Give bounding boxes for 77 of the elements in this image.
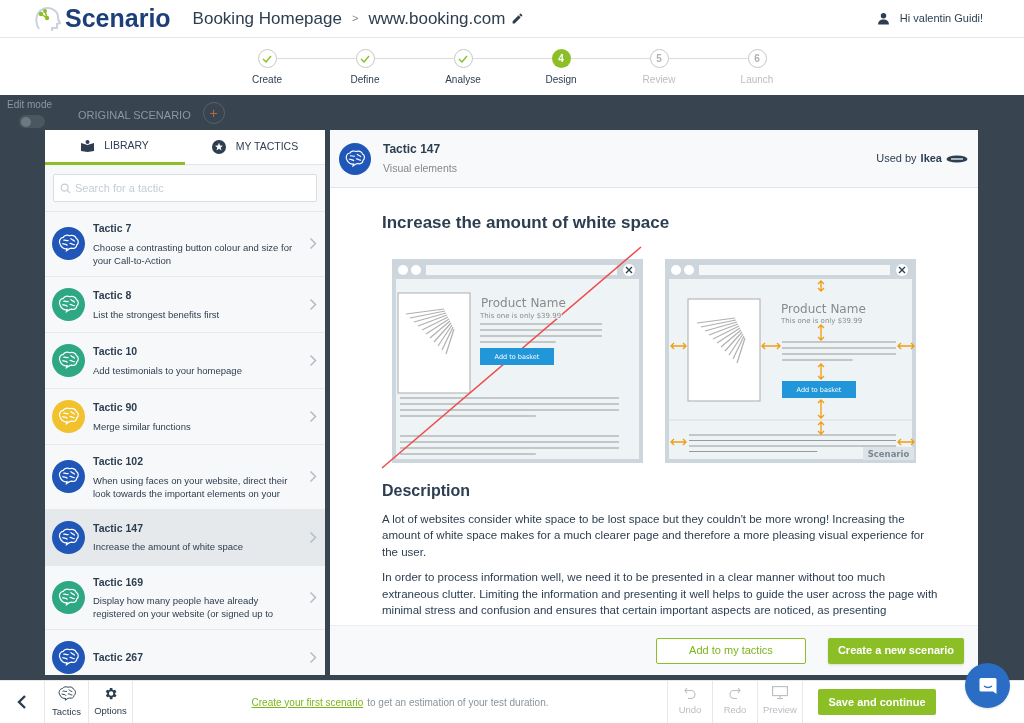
tactic-description: List the strongest benefits first [93, 307, 221, 321]
tactic-description: Display how many people have already registered on your website (or signed up to [93, 594, 275, 621]
chevron-right-icon [309, 409, 317, 423]
used-by-company: Ikea [920, 151, 942, 167]
chevron-right-icon [309, 353, 317, 367]
step-label[interactable]: Design [545, 72, 577, 87]
step-label[interactable]: Analyse [445, 72, 481, 87]
brain-icon [52, 520, 85, 554]
user-greeting[interactable]: Hi valentin Guidi! [899, 10, 983, 27]
edit-mode-label: Edit mode [7, 98, 53, 112]
monitor-icon [772, 686, 788, 700]
tactic-description: Increase the amount of white space [93, 540, 244, 554]
chevron-right-icon [309, 530, 317, 544]
chevron-right-icon [309, 470, 317, 484]
step-label[interactable]: Define [350, 72, 380, 87]
breadcrumb-separator: > [351, 11, 359, 27]
description-paragraph: In order to process information well, we need it to be presented in a clear manner without too much extraneous clutter. Limiting the information and presenting it well helps to guide the user across the page with minimal stress and confusion and ensures that certain important aspects are noticed, as presenting [382, 570, 939, 618]
step-done-icon[interactable] [257, 49, 277, 68]
step-done-icon[interactable] [355, 49, 375, 68]
logo-icon [33, 4, 61, 33]
brain-icon [339, 142, 371, 175]
tactic-title: Tactic 90 [93, 399, 139, 415]
brain-icon [52, 287, 85, 321]
used-by-label: Used by [876, 151, 917, 167]
tactic-title: Tactic 10 [93, 343, 139, 359]
book-icon [81, 140, 95, 152]
project-name: Booking Homepage [192, 7, 342, 30]
chevron-right-icon [309, 590, 317, 604]
options-button[interactable]: Options [89, 681, 133, 723]
chevron-right-icon [309, 237, 317, 251]
settings-icon [103, 685, 118, 701]
tactic-title: Tactic 169 [93, 574, 144, 590]
chevron-right-icon [309, 651, 317, 665]
chat-icon [977, 675, 998, 696]
tactic-title: Tactic 102 [93, 453, 144, 469]
edit-mode-toggle[interactable] [19, 115, 45, 128]
step-label[interactable]: Create [252, 72, 282, 87]
product-name: Product Name [781, 301, 866, 316]
edit-icon[interactable] [511, 12, 525, 25]
brand-label: Scenario [867, 448, 910, 459]
tactic-title: Tactic 147 [383, 141, 442, 159]
back-icon [17, 694, 27, 710]
user-icon[interactable] [876, 12, 890, 25]
brain-icon [52, 641, 85, 675]
chevron-right-icon [309, 297, 317, 311]
tactic-title: Tactic 267 [93, 649, 144, 665]
step-done-icon[interactable] [453, 49, 473, 68]
tactic-description: Merge similar functions [93, 419, 192, 433]
tactic-title: Tactic 8 [93, 287, 133, 303]
star-icon [211, 140, 226, 154]
tactic-category: Visual elements [383, 161, 457, 177]
project-url: www.booking.com [368, 7, 506, 30]
library-tab[interactable]: MY TACTICS [185, 130, 325, 165]
tactic-title: Tactic 7 [93, 221, 133, 236]
search-field[interactable]: Search for a tactic [53, 174, 317, 202]
tactic-description: When using faces on your website, direct their look towards the important elements on your [93, 473, 289, 500]
tactic-list-item[interactable]: Tactic 147 Increase the amount of white space [45, 509, 325, 566]
logo-text[interactable]: Scenario [65, 0, 171, 38]
description-paragraph: A lot of websites consider white space to be lost space but they couldn't be more wrong! Increasing the amount of white space makes for a much clearer page and therefore a more pleasing visual experience for the user. [382, 511, 926, 560]
brain-icon [52, 460, 85, 494]
product-name: Product Name [481, 295, 566, 310]
brain-icon [52, 227, 85, 261]
undo-icon [684, 686, 696, 699]
brain-icon [52, 343, 85, 377]
search-icon [60, 183, 71, 194]
brain-icon [52, 580, 85, 614]
library-tab[interactable]: LIBRARY [45, 130, 185, 165]
company-logo-icon [946, 154, 968, 163]
tactic-heading: Increase the amount of white space [382, 212, 671, 234]
description-heading: Description [382, 480, 471, 501]
brain-icon [52, 399, 85, 433]
tactic-title: Tactic 147 [93, 520, 144, 536]
tactic-description: Choose a contrasting button colour and size for your Call-to-Action [93, 240, 294, 267]
tactic-description: Add testimonials to your homepage [93, 363, 243, 377]
duration-hint: to get an estimation of your test duration. [367, 695, 549, 710]
redo-icon [729, 686, 741, 699]
tactics-button[interactable]: Tactics [45, 681, 89, 723]
